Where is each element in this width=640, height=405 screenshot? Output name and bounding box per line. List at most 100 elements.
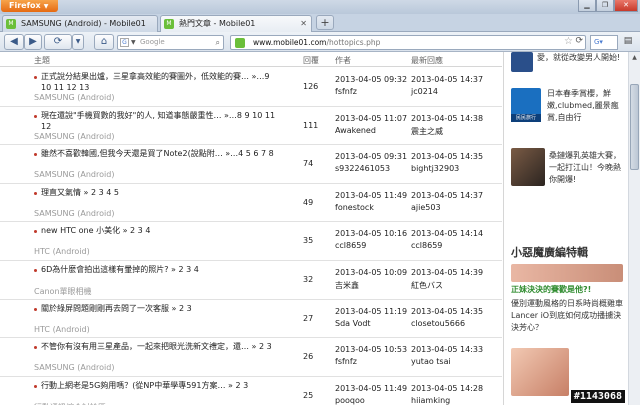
back-arrow-icon: ◀ bbox=[10, 36, 18, 47]
forum-name-link[interactable]: HTC (Android) bbox=[34, 325, 90, 334]
latest-user-link[interactable]: ajie503 bbox=[411, 203, 441, 212]
author-link[interactable]: s9322461053 bbox=[335, 164, 390, 173]
author-link[interactable]: ccl8659 bbox=[335, 241, 366, 250]
reload-button[interactable]: ⟳ bbox=[44, 34, 72, 50]
address-bar[interactable]: www.mobile01.com/hottopics.php ☆ ⟳ bbox=[230, 35, 586, 50]
search-input[interactable]: G ▼ Google ⌕ bbox=[117, 35, 224, 50]
bookmark-star-icon[interactable]: ☆ bbox=[564, 35, 573, 48]
author-link[interactable]: fsfnfz bbox=[335, 87, 357, 96]
author-link[interactable]: fonestock bbox=[335, 203, 374, 212]
firefox-menu-button[interactable]: Firefox ▼ bbox=[1, 0, 58, 12]
latest-user-link[interactable]: hiiamking bbox=[411, 396, 450, 405]
topic-title-link[interactable]: 正式說分結果出爐，三星拿高效能的賽圖外，低效能的賽… »…9 10 11 12 … bbox=[41, 71, 281, 93]
forum-name-link[interactable]: HTC (Android) bbox=[34, 247, 90, 256]
author-link[interactable]: Sda Vodt bbox=[335, 319, 371, 328]
navigation-bar: ◀ ▶ ⟳ ▼ ⌂ G ▼ Google ⌕ www.mobile01.com/… bbox=[0, 32, 640, 52]
reply-count: 126 bbox=[303, 82, 319, 91]
history-dropdown-button[interactable]: ▼ bbox=[72, 34, 84, 50]
bullet-icon bbox=[34, 153, 37, 157]
google-search-button[interactable]: G▾ bbox=[590, 35, 618, 50]
latest-user-link[interactable]: closetou5666 bbox=[411, 319, 465, 328]
bullet-icon bbox=[34, 230, 37, 234]
topic-title-link[interactable]: 6D為什麼會拍出這樣有暈掉的照片? » 2 3 4 bbox=[41, 264, 281, 275]
sidebar-item1-text[interactable]: 愛，就從改變男人開始! bbox=[537, 52, 625, 64]
sidebar-item3-text[interactable]: 桑鏈爆乳英雄大賽，一起打江山！今晚熱你開爆! bbox=[549, 150, 625, 186]
table-row: 理直又氣情 » 2 3 4 5 SAMSUNG (Android) 49 2013-0… bbox=[0, 184, 502, 223]
bullet-icon bbox=[34, 76, 37, 79]
latest-user-link[interactable]: 震主之威 bbox=[411, 126, 443, 137]
search-placeholder: Google bbox=[140, 38, 165, 46]
author-link[interactable]: pooqoo bbox=[335, 396, 365, 405]
google-engine-icon: G bbox=[120, 38, 129, 47]
latest-date: 2013-04-05 14:37 bbox=[411, 190, 484, 200]
reply-count: 49 bbox=[303, 197, 314, 207]
search-icon[interactable]: ⌕ bbox=[216, 36, 220, 49]
topic-title-link[interactable]: 行動上網老是5G夠用嗎？(從NP中華學專591方案… » 2 3 bbox=[41, 380, 281, 391]
home-button[interactable]: ⌂ bbox=[94, 34, 114, 50]
author-link[interactable]: Awakened bbox=[335, 126, 376, 135]
minimize-button[interactable]: ▁ bbox=[578, 0, 596, 12]
forum-name-link[interactable]: Canon單眼相機 bbox=[34, 286, 92, 297]
close-tab-icon[interactable]: ✕ bbox=[300, 16, 307, 31]
latest-date: 2013-04-05 14:37 bbox=[411, 75, 484, 84]
topic-title-link[interactable]: new HTC one 小美化 » 2 3 4 bbox=[41, 225, 281, 236]
header-author: 作者 bbox=[335, 56, 351, 65]
forum-name-link[interactable]: SAMSUNG (Android) bbox=[34, 209, 114, 218]
close-window-button[interactable]: ✕ bbox=[614, 0, 638, 12]
table-row: 不管你有沒有用三星產品，一起來把眼光洗新文禮定，還… » 2 3 SAMSUNG … bbox=[0, 338, 502, 377]
header-topic: 主題 bbox=[34, 56, 50, 65]
new-tab-button[interactable]: + bbox=[316, 15, 334, 30]
author-date: 2013-04-05 11:19 bbox=[335, 306, 408, 316]
mobile01-favicon-icon: M bbox=[6, 19, 16, 29]
topic-title-link[interactable]: 關於綠屏問題剛剛再去問了一次客服 » 2 3 bbox=[41, 303, 281, 314]
latest-user-link[interactable]: bightj32903 bbox=[411, 164, 459, 173]
author-date: 2013-04-05 10:53 bbox=[335, 345, 408, 355]
sidebar-thumb-1[interactable] bbox=[511, 52, 533, 72]
tab-label: SAMSUNG (Android) - Mobile01 bbox=[21, 19, 146, 28]
restore-button[interactable]: ❐ bbox=[596, 0, 614, 12]
table-row: new HTC one 小美化 » 2 3 4 HTC (Android) 35 20… bbox=[0, 222, 502, 261]
bullet-icon bbox=[34, 114, 37, 118]
chevron-down-icon: ▼ bbox=[131, 39, 136, 46]
latest-user-link[interactable]: 紅色バス bbox=[411, 280, 443, 291]
topic-list: 正式說分結果出爐，三星拿高效能的賽圖外，低效能的賽… »…9 10 11 12 … bbox=[0, 68, 502, 405]
author-link[interactable]: fsfnfz bbox=[335, 357, 357, 366]
featured-headline[interactable]: 正妹決決的賽歡是他?! bbox=[511, 284, 625, 296]
reload-icon: ⟳ bbox=[53, 36, 63, 47]
topic-title-link[interactable]: 現在還說"手機買數的我好"的人, 知道事態嚴重性… »…8 9 10 11 12 bbox=[41, 110, 281, 132]
bullet-icon bbox=[34, 384, 37, 388]
scroll-up-arrow-icon[interactable]: ▲ bbox=[629, 52, 640, 63]
topic-title-link[interactable]: 理直又氣情 » 2 3 4 5 bbox=[41, 187, 281, 198]
latest-date: 2013-04-05 14:35 bbox=[411, 152, 484, 162]
author-link[interactable]: 吉米鑫 bbox=[335, 280, 359, 291]
table-header: 主題 回覆 作者 最新回應 bbox=[0, 52, 502, 67]
topic-title-link[interactable]: 不管你有沒有用三星產品，一起來把眼光洗新文禮定，還… » 2 3 bbox=[41, 341, 281, 352]
tab-samsung[interactable]: M SAMSUNG (Android) - Mobile01 bbox=[2, 15, 158, 32]
sidebar-item2-text[interactable]: 日本春季賞櫻，鮮嫩,clubmed,麗景瘋賞,自由行 bbox=[547, 88, 625, 124]
scroll-thumb[interactable] bbox=[630, 84, 639, 170]
table-row: 正式說分結果出爐，三星拿高效能的賽圖外，低效能的賽… »…9 10 11 12 … bbox=[0, 68, 502, 107]
featured-image[interactable] bbox=[511, 264, 623, 282]
bookmarks-menu-icon[interactable]: ▤ bbox=[621, 36, 635, 49]
latest-user-link[interactable]: ccl8659 bbox=[411, 241, 442, 250]
forum-name-link[interactable]: SAMSUNG (Android) bbox=[34, 132, 114, 141]
latest-date: 2013-04-05 14:38 bbox=[411, 113, 484, 123]
forward-button[interactable]: ▶ bbox=[24, 34, 42, 50]
forum-name-link[interactable]: SAMSUNG (Android) bbox=[34, 93, 114, 102]
topic-title-link[interactable]: 雖然不喜歡韓國,但我今天還是買了Note2(說點附… »…4 5 6 7 8 bbox=[41, 148, 281, 159]
forum-name-link[interactable]: SAMSUNG (Android) bbox=[34, 170, 114, 179]
table-row: 關於綠屏問題剛剛再去問了一次客服 » 2 3 HTC (Android) 27 201… bbox=[0, 300, 502, 339]
back-button[interactable]: ◀ bbox=[4, 34, 24, 50]
reload-icon[interactable]: ⟳ bbox=[575, 35, 583, 48]
featured-thumb-2[interactable] bbox=[511, 348, 569, 396]
latest-date: 2013-04-05 14:35 bbox=[411, 306, 484, 316]
forum-name-link[interactable]: SAMSUNG (Android) bbox=[34, 363, 114, 372]
latest-user-link[interactable]: yutao tsai bbox=[411, 357, 451, 366]
tab-hottopics[interactable]: M 熱門文章 - Mobile01 ✕ bbox=[160, 15, 312, 32]
table-row: 行動上網老是5G夠用嗎？(從NP中華學專591方案… » 2 3行動通訊綜合討論… bbox=[0, 377, 502, 405]
vertical-scrollbar[interactable]: ▲ bbox=[628, 52, 640, 405]
latest-user-link[interactable]: jc0214 bbox=[411, 87, 438, 96]
tab-bar: M SAMSUNG (Android) - Mobile01 M 熱門文章 - … bbox=[0, 14, 640, 32]
sidebar-thumb-2[interactable]: 民民旅行 bbox=[511, 88, 541, 122]
sidebar-thumb-3[interactable] bbox=[511, 148, 545, 186]
